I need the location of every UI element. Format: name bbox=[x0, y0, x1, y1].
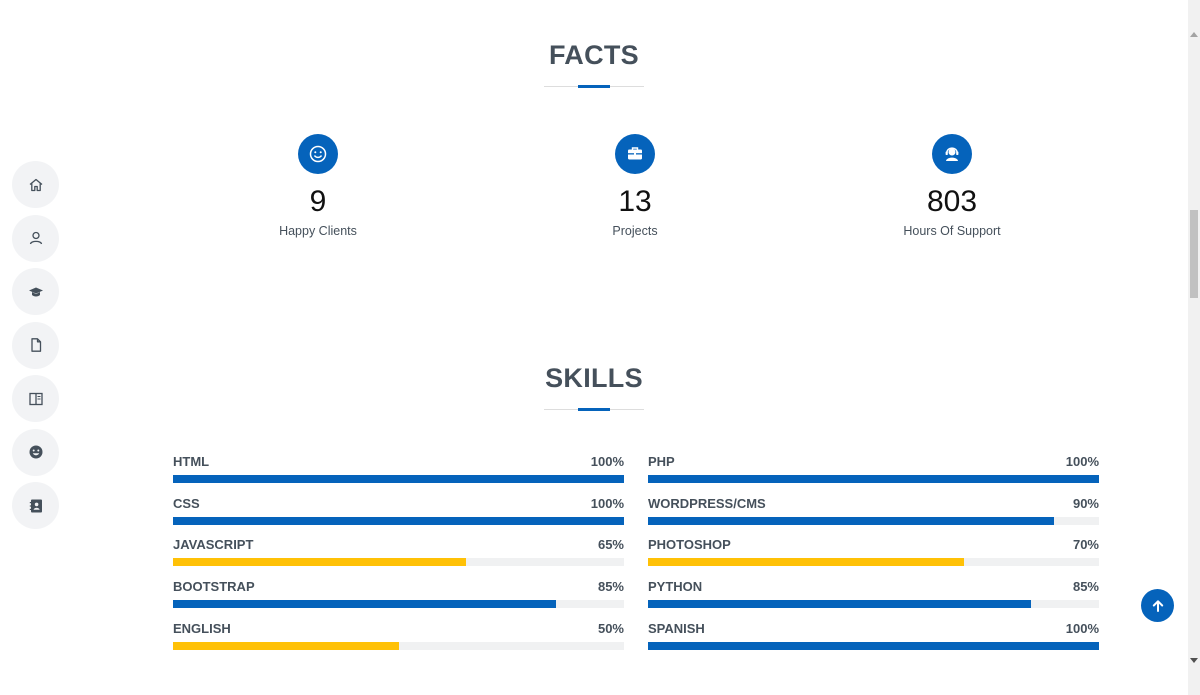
skill-item: WORDPRESS/CMS 90% bbox=[648, 495, 1099, 537]
fact-label: Hours Of Support bbox=[903, 224, 1001, 238]
nav-home-button[interactable] bbox=[12, 161, 59, 208]
progress-fill bbox=[648, 516, 1054, 525]
skill-item: HTML 100% bbox=[173, 453, 624, 495]
fact-icon-circle bbox=[615, 134, 655, 174]
smiley-icon bbox=[309, 145, 327, 163]
skill-value: 50% bbox=[597, 620, 624, 636]
skill-item: JAVASCRIPT 65% bbox=[173, 536, 624, 578]
home-icon bbox=[29, 178, 42, 191]
skill-name: PHP bbox=[648, 454, 675, 469]
fact-label: Happy Clients bbox=[279, 224, 357, 238]
progress-fill bbox=[173, 475, 624, 483]
fact-hours-support: 803 Hours Of Support bbox=[852, 134, 1052, 238]
document-icon bbox=[30, 338, 41, 352]
progress-track bbox=[648, 641, 1099, 650]
skills-right-column: PHP 100% WORDPRESS/CMS 90% PHOTOSHOP 70% PY… bbox=[648, 453, 1099, 661]
skill-name: SPANISH bbox=[648, 620, 705, 636]
scrollbar-thumb[interactable] bbox=[1190, 210, 1198, 298]
skill-name: WORDPRESS/CMS bbox=[648, 495, 766, 511]
progress-track bbox=[173, 558, 624, 567]
skills-section-header: SKILLS bbox=[0, 363, 1188, 411]
progress-track bbox=[173, 475, 624, 483]
fact-projects: 13 Projects bbox=[535, 134, 735, 238]
arrow-up-icon bbox=[1152, 599, 1163, 612]
skill-item: PYTHON 85% bbox=[648, 578, 1099, 620]
skill-name: JAVASCRIPT bbox=[173, 537, 254, 553]
scroll-up-icon[interactable] bbox=[1190, 32, 1198, 37]
skill-name: CSS bbox=[173, 495, 200, 511]
contact-book-icon bbox=[29, 499, 42, 512]
fact-happy-clients: 9 Happy Clients bbox=[218, 134, 418, 238]
fact-icon-circle bbox=[298, 134, 338, 174]
skill-value: 65% bbox=[597, 537, 624, 553]
skill-value: 100% bbox=[1065, 454, 1099, 469]
progress-fill bbox=[173, 600, 557, 609]
back-to-top-button[interactable] bbox=[1141, 589, 1174, 622]
progress-track bbox=[648, 558, 1099, 567]
skill-value: 85% bbox=[597, 579, 624, 595]
skill-name: PYTHON bbox=[648, 579, 703, 595]
skill-item: BOOTSTRAP 85% bbox=[173, 578, 624, 620]
scroll-down-icon[interactable] bbox=[1190, 658, 1198, 663]
page-scrollbar[interactable] bbox=[1188, 0, 1200, 695]
nav-portfolio-button[interactable] bbox=[12, 321, 59, 369]
skill-value: 100% bbox=[590, 454, 624, 469]
fact-number: 9 bbox=[309, 185, 327, 218]
progress-fill bbox=[173, 558, 467, 567]
progress-fill bbox=[173, 516, 624, 525]
progress-track bbox=[648, 475, 1099, 483]
skill-item: ENGLISH 50% bbox=[173, 620, 624, 662]
progress-fill bbox=[648, 641, 1099, 650]
skill-name: BOOTSTRAP bbox=[173, 579, 255, 595]
briefcase-icon bbox=[628, 147, 642, 160]
nav-resume-button[interactable] bbox=[12, 268, 59, 315]
skill-value: 100% bbox=[590, 495, 624, 511]
fact-icon-circle bbox=[932, 134, 972, 174]
skills-title: SKILLS bbox=[545, 363, 643, 393]
headset-icon bbox=[945, 147, 959, 161]
skill-value: 90% bbox=[1072, 495, 1099, 511]
skill-item: SPANISH 100% bbox=[648, 620, 1099, 662]
graduation-cap-icon bbox=[28, 287, 43, 296]
facts-title: FACTS bbox=[548, 40, 639, 70]
side-nav bbox=[12, 161, 60, 536]
progress-track bbox=[173, 516, 624, 525]
skills-left-column: HTML 100% CSS 100% JAVASCRIPT 65% BOOTSTRAP… bbox=[173, 453, 624, 661]
skill-name: PHOTOSHOP bbox=[648, 537, 731, 553]
nav-testimonials-button[interactable] bbox=[12, 428, 59, 476]
skill-name: ENGLISH bbox=[173, 620, 231, 636]
progress-fill bbox=[648, 600, 1032, 609]
progress-track bbox=[648, 600, 1099, 609]
smiley-icon bbox=[29, 445, 42, 459]
progress-fill bbox=[648, 558, 964, 567]
nav-about-button[interactable] bbox=[12, 214, 59, 262]
fact-label: Projects bbox=[612, 224, 658, 238]
skill-name: HTML bbox=[173, 454, 210, 469]
progress-fill bbox=[173, 641, 399, 650]
skill-item: PHOTOSHOP 70% bbox=[648, 536, 1099, 578]
progress-track bbox=[173, 641, 624, 650]
progress-track bbox=[173, 600, 624, 609]
title-underline bbox=[544, 85, 644, 88]
fact-number: 803 bbox=[926, 185, 978, 218]
skill-value: 70% bbox=[1072, 537, 1099, 553]
skill-item: PHP 100% bbox=[648, 453, 1099, 495]
skill-item: CSS 100% bbox=[173, 495, 624, 537]
facts-section-header: FACTS bbox=[0, 40, 1188, 88]
person-icon bbox=[29, 231, 42, 245]
progress-fill bbox=[648, 475, 1099, 483]
title-underline bbox=[544, 408, 644, 411]
progress-track bbox=[648, 516, 1099, 525]
fact-number: 13 bbox=[618, 185, 652, 218]
skill-value: 100% bbox=[1065, 620, 1099, 636]
nav-contact-button[interactable] bbox=[12, 482, 59, 529]
skill-value: 85% bbox=[1072, 579, 1099, 595]
